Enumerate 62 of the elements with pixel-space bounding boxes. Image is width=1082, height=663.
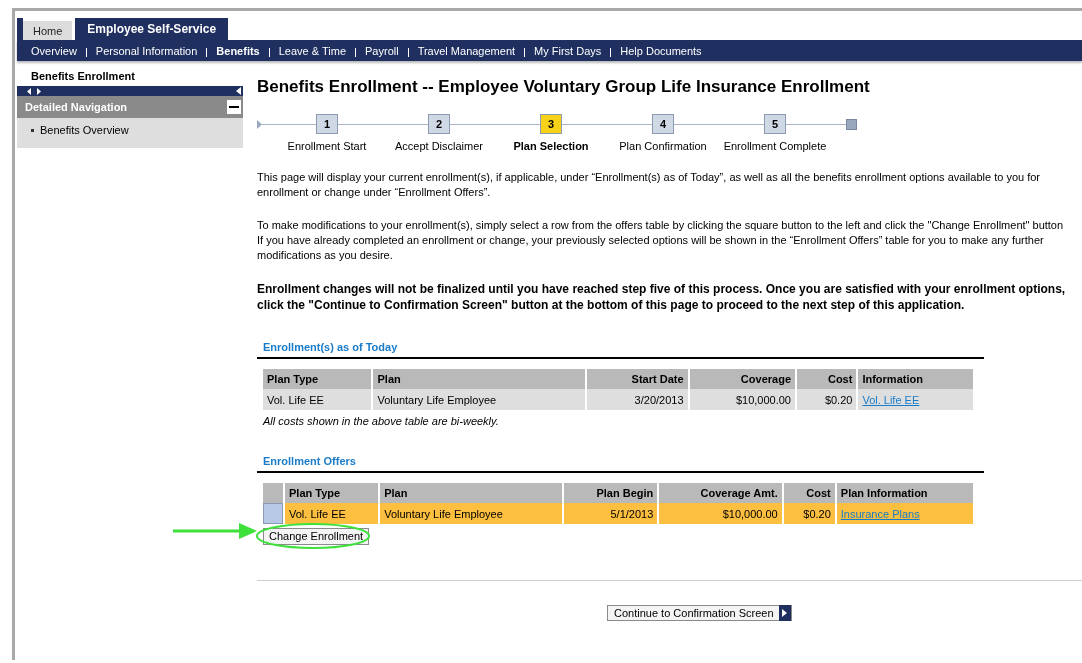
- column-header: Cost: [783, 483, 835, 503]
- table-cell: Vol. Life EE: [285, 503, 379, 524]
- bullet-icon: [31, 128, 34, 132]
- section-heading: Enrollment(s) as of Today: [257, 341, 984, 359]
- step-number: 5: [764, 114, 786, 134]
- step-number: 4: [652, 114, 674, 134]
- column-header: Plan: [373, 369, 586, 389]
- step-label: Plan Selection: [513, 140, 589, 152]
- table-cell: Voluntary Life Employee: [373, 389, 586, 410]
- collapse-left-icon[interactable]: [236, 87, 241, 95]
- nav-link[interactable]: Personal Information: [95, 44, 198, 57]
- start-marker-icon: [257, 119, 262, 129]
- sidebar-title: Detailed Navigation: [25, 101, 128, 113]
- nav-link[interactable]: Help Documents: [620, 44, 702, 57]
- step-label: Enrollment Complete: [723, 140, 827, 152]
- table-cell: $10,000.00: [689, 389, 795, 410]
- nav-link[interactable]: My First Days: [534, 44, 602, 57]
- step-number: 2: [428, 114, 450, 134]
- nav-link[interactable]: Benefits: [216, 44, 260, 57]
- column-header: Plan Begin: [564, 483, 658, 503]
- column-header: Information: [858, 369, 973, 389]
- column-header: Plan Type: [285, 483, 379, 503]
- nav-link[interactable]: Overview: [31, 44, 77, 57]
- top-tab[interactable]: Home: [23, 21, 73, 40]
- column-header: Coverage: [689, 369, 795, 389]
- column-header: Start Date: [587, 369, 688, 389]
- minimize-icon[interactable]: [227, 100, 241, 114]
- breadcrumb: Benefits Enrollment: [30, 69, 136, 84]
- table-cell: $0.20: [783, 503, 835, 524]
- nav-link[interactable]: Leave & Time: [278, 44, 346, 57]
- step-label: Accept Disclaimer: [395, 140, 483, 152]
- table-cell: $0.20: [797, 389, 857, 410]
- change-enrollment-button[interactable]: Change Enrollment: [263, 528, 370, 545]
- table-cell: 3/20/2013: [587, 389, 688, 410]
- column-header: Cost: [797, 369, 857, 389]
- top-tab[interactable]: Employee Self-Service: [75, 18, 229, 40]
- arrow-right-icon: [782, 609, 788, 617]
- instruction-text: This page will display your current enrollment(s), if applicable, under “Enrollment(s) as of Today”, as well as all the benefits enrollment options available to you for enrollment or change under “Enrollment Offers”.: [257, 170, 1041, 200]
- nav-link[interactable]: Travel Management: [417, 44, 516, 57]
- step-label: Plan Confirmation: [619, 140, 707, 152]
- column-header: Plan Type: [263, 369, 372, 389]
- column-header: Plan: [380, 483, 563, 503]
- table-cell: Vol. Life EE: [263, 389, 372, 410]
- page-title: Benefits Enrollment -- Employee Voluntary Group Life Insurance Enrollment: [257, 77, 871, 97]
- table-cell: $10,000.00: [659, 503, 782, 524]
- step-number: 3: [540, 114, 562, 134]
- column-header: Coverage Amt.: [659, 483, 782, 503]
- end-marker-icon: [846, 118, 857, 130]
- section-heading: Enrollment Offers: [257, 455, 984, 473]
- instruction-text: Enrollment changes will not be finalized until you have reached step five of this process. Once you are satisfied with your enrollment options, click the "Continue to Confirmation Screen" button at the bottom of this page to proceed to the next step of this application.: [257, 281, 1067, 313]
- table-cell: Voluntary Life Employee: [380, 503, 563, 524]
- step-label: Enrollment Start: [287, 140, 367, 152]
- column-header: [263, 483, 283, 503]
- column-header: Plan Information: [836, 483, 973, 503]
- table-note: All costs shown in the above table are bi-weekly.: [263, 415, 500, 427]
- sidebar-item[interactable]: Benefits Overview: [40, 124, 129, 136]
- nav-link[interactable]: Payroll: [365, 44, 399, 57]
- scroll-arrows-icon[interactable]: [27, 87, 41, 95]
- table-cell: 5/1/2013: [564, 503, 658, 524]
- continue-button[interactable]: Continue to Confirmation Screen: [607, 605, 792, 621]
- instruction-text: To make modifications to your enrollment(s), simply select a row from the offers table by clicking the square button to the left and click the "Change Enrollment" button If you have already completed an enrollment or change, your previously selected options will be shown in the “Enrollment Offers” table for you to make any further modifications as you desire.: [257, 218, 1065, 263]
- step-number: 1: [316, 114, 338, 134]
